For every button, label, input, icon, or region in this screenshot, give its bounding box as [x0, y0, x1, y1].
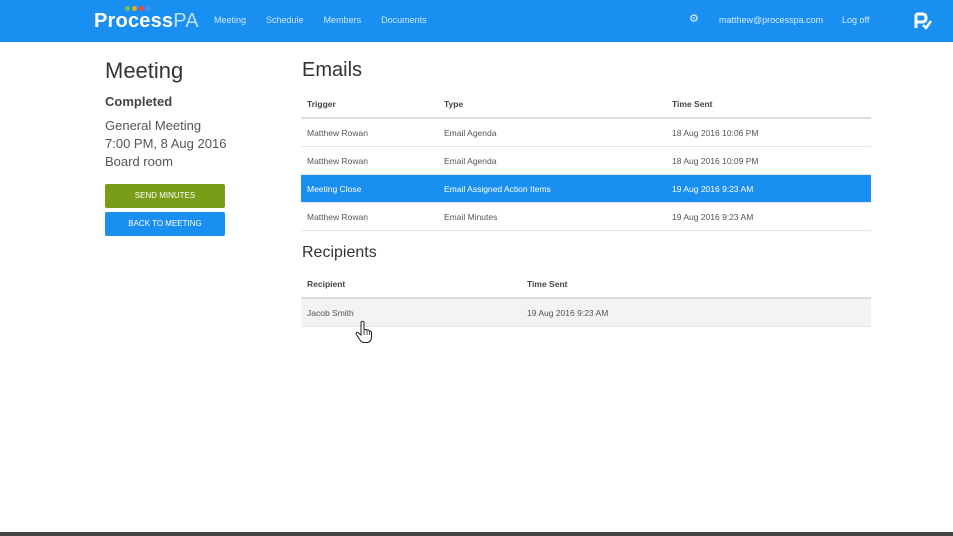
meeting-heading: Meeting: [105, 58, 184, 83]
cell-type: Email Assigned Action Items: [438, 174, 666, 203]
table-row[interactable]: Matthew Rowan Email Agenda 18 Aug 2016 1…: [301, 146, 871, 175]
cell-type: Email Agenda: [438, 118, 666, 147]
main-nav: Meeting Schedule Members Documents: [214, 15, 447, 25]
table-row[interactable]: Matthew Rowan Email Agenda 18 Aug 2016 1…: [301, 118, 871, 147]
table-header-row: Recipient Time Sent: [301, 270, 871, 299]
meeting-location: Board room: [105, 154, 173, 169]
top-navbar: ProcessPA Meeting Schedule Members Docum…: [0, 0, 953, 42]
cell-trigger: Matthew Rowan: [301, 202, 438, 231]
cell-type: Email Minutes: [438, 202, 666, 231]
cell-recipient: Jacob Smith: [301, 298, 521, 327]
nav-schedule[interactable]: Schedule: [266, 15, 304, 25]
column-header-type[interactable]: Type: [438, 90, 666, 119]
emails-table: Trigger Type Time Sent Matthew Rowan Ema…: [301, 90, 871, 231]
table-row[interactable]: Matthew Rowan Email Minutes 19 Aug 2016 …: [301, 202, 871, 231]
cell-time: 19 Aug 2016 9:23 AM: [521, 298, 871, 327]
cell-time: 18 Aug 2016 10:06 PM: [666, 118, 871, 147]
cell-type: Email Agenda: [438, 146, 666, 175]
emails-title: Emails: [302, 59, 363, 81]
recipients-table: Recipient Time Sent Jacob Smith 19 Aug 2…: [301, 270, 871, 327]
table-header-row: Trigger Type Time Sent: [301, 90, 871, 119]
column-header-trigger[interactable]: Trigger: [301, 90, 438, 119]
user-email-link[interactable]: matthew@processpa.com: [719, 15, 823, 25]
bottom-border: [0, 532, 953, 536]
cell-time: 18 Aug 2016 10:09 PM: [666, 146, 871, 175]
meeting-status: Completed: [105, 94, 173, 109]
nav-meeting[interactable]: Meeting: [214, 15, 246, 25]
table-row-selected[interactable]: Meeting Close Email Assigned Action Item…: [301, 174, 871, 203]
brand-mark-icon[interactable]: [913, 11, 933, 31]
meeting-type: General Meeting: [105, 118, 202, 133]
column-header-recipient[interactable]: Recipient: [301, 270, 521, 299]
cell-time: 19 Aug 2016 9:23 AM: [666, 202, 871, 231]
recipients-title: Recipients: [302, 244, 377, 261]
nav-members[interactable]: Members: [324, 15, 362, 25]
app-logo[interactable]: ProcessPA: [94, 10, 199, 33]
cell-trigger: Matthew Rowan: [301, 146, 438, 175]
cell-trigger: Meeting Close: [301, 174, 438, 203]
nav-documents[interactable]: Documents: [381, 15, 427, 25]
meeting-info: General Meeting 7:00 PM, 8 Aug 2016 Boar…: [105, 117, 275, 171]
column-header-time-sent[interactable]: Time Sent: [666, 90, 871, 119]
column-header-time-sent[interactable]: Time Sent: [521, 270, 871, 299]
meeting-datetime: 7:00 PM, 8 Aug 2016: [105, 136, 227, 151]
table-row[interactable]: Jacob Smith 19 Aug 2016 9:23 AM: [301, 298, 871, 327]
settings-gear-icon[interactable]: ⚙: [689, 13, 701, 25]
back-to-meeting-button[interactable]: BACK TO MEETING: [105, 212, 225, 236]
logo-suffix-text: PA: [173, 10, 199, 32]
send-minutes-button[interactable]: SEND MINUTES: [105, 184, 225, 208]
logoff-link[interactable]: Log off: [842, 15, 869, 25]
hand-cursor-icon: [355, 320, 372, 343]
cell-time: 19 Aug 2016 9:23 AM: [666, 174, 871, 203]
cell-trigger: Matthew Rowan: [301, 118, 438, 147]
logo-main-text: Process: [94, 10, 174, 32]
meeting-summary-panel: Meeting Completed General Meeting 7:00 P…: [105, 58, 275, 171]
